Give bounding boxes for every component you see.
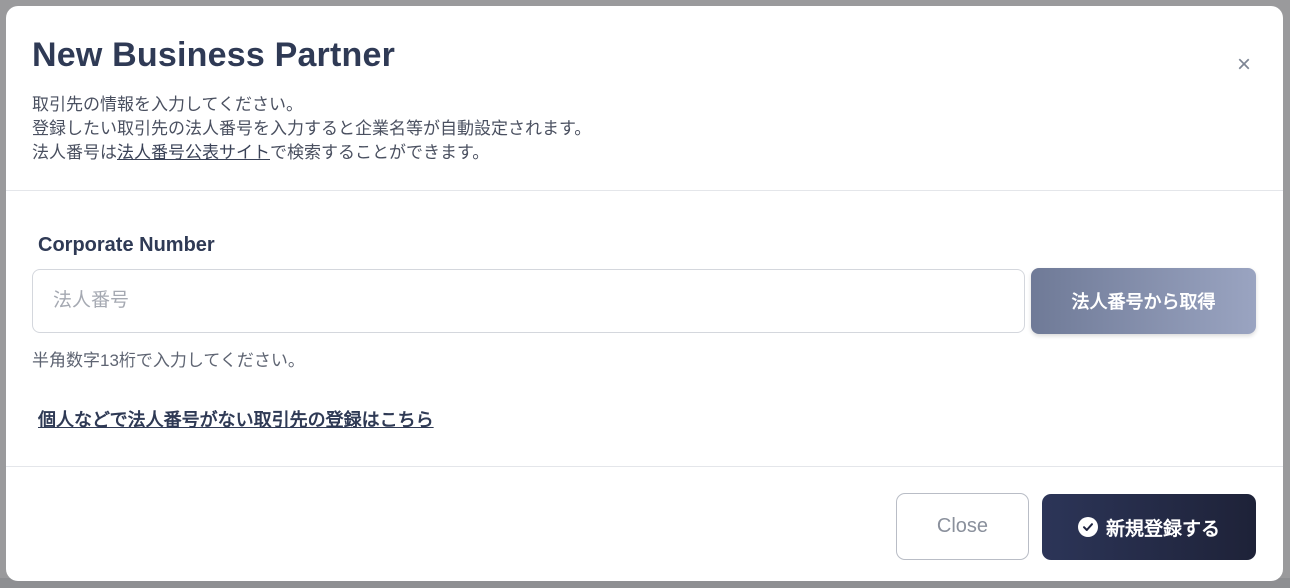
corporate-number-hint: 半角数字13桁で入力してください。 xyxy=(32,351,305,370)
description-line-3-suffix: で検索することができます。 xyxy=(270,143,490,162)
close-icon[interactable]: × xyxy=(1233,53,1255,77)
corporate-number-site-link[interactable]: 法人番号公表サイト xyxy=(117,143,270,162)
description-line-3-prefix: 法人番号は xyxy=(32,143,117,162)
modal-footer: Close 新規登録する xyxy=(6,468,1283,581)
corporate-number-input[interactable] xyxy=(32,269,1025,333)
description-line-2: 登録したい取引先の法人番号を入力すると企業名等が自動設定されます。 xyxy=(32,119,592,138)
modal-body: Corporate Number 法人番号から取得 半角数字13桁で入力してくだ… xyxy=(6,192,1283,467)
fetch-by-corporate-number-button[interactable]: 法人番号から取得 xyxy=(1031,268,1256,334)
new-partner-modal: New Business Partner × 取引先の情報を入力してください。 … xyxy=(6,6,1283,581)
register-button-label: 新規登録する xyxy=(1105,518,1220,540)
modal-header: New Business Partner × 取引先の情報を入力してください。 … xyxy=(6,6,1283,191)
modal-title: New Business Partner xyxy=(32,36,396,74)
modal-description: 取引先の情報を入力してください。 登録したい取引先の法人番号を入力すると企業名等… xyxy=(32,93,591,165)
description-line-1: 取引先の情報を入力してください。 xyxy=(32,95,303,114)
register-without-corporate-number-link[interactable]: 個人などで法人番号がない取引先の登録はこちら xyxy=(38,406,434,432)
register-button[interactable]: 新規登録する xyxy=(1042,494,1256,560)
description-line-3: 法人番号は法人番号公表サイトで検索することができます。 xyxy=(32,141,591,165)
corporate-number-label: Corporate Number xyxy=(38,234,215,256)
close-button[interactable]: Close xyxy=(896,493,1029,560)
check-circle-icon xyxy=(1077,517,1098,537)
